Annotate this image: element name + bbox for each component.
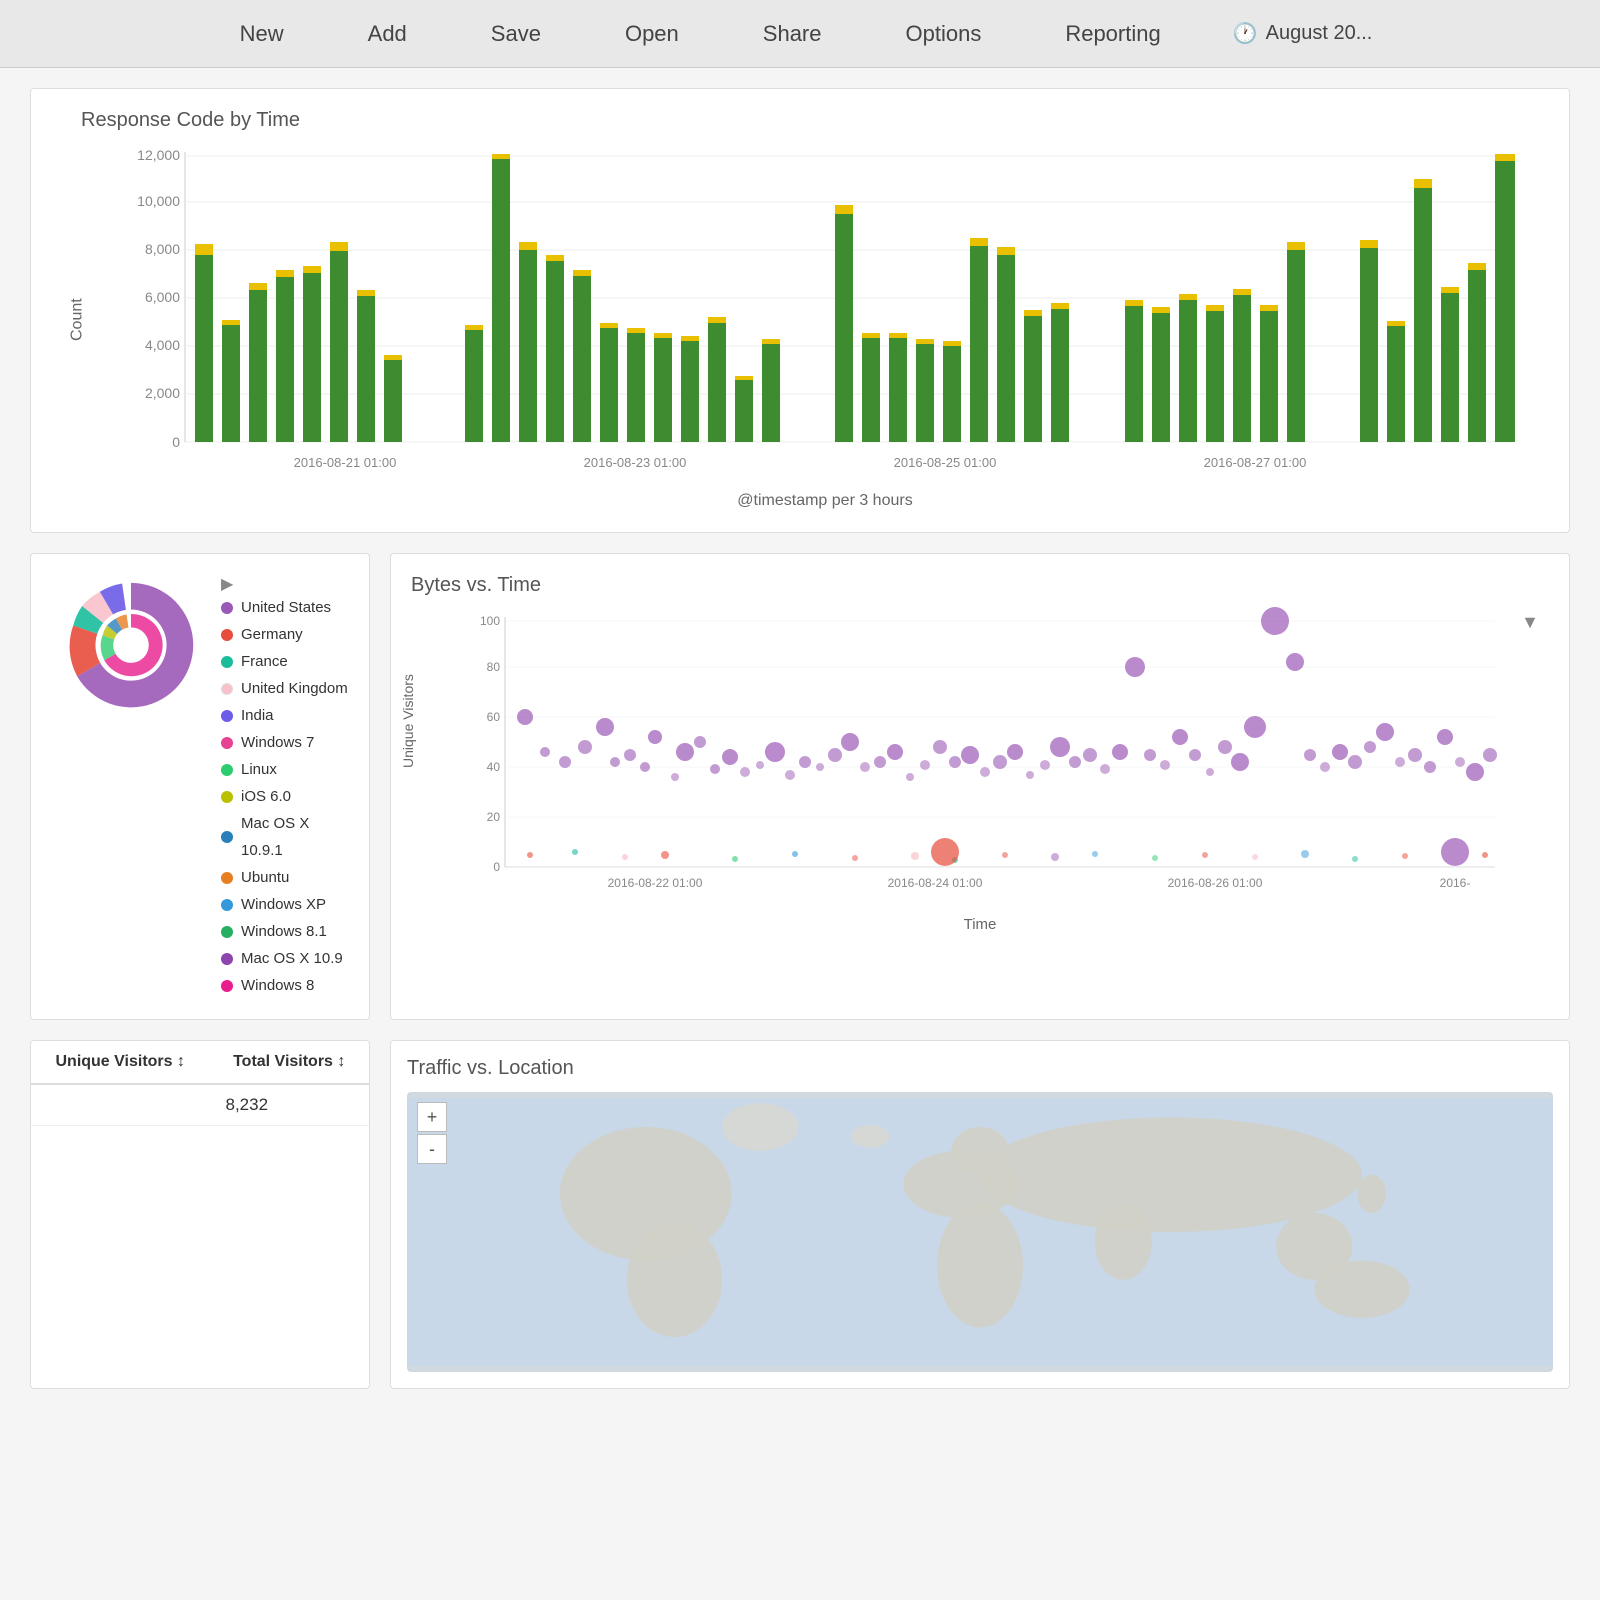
legend-dot-ubuntu	[221, 872, 233, 884]
legend-dot-macosx1091	[221, 831, 233, 843]
svg-text:2016-08-21 01:00: 2016-08-21 01:00	[294, 455, 397, 470]
nav-new[interactable]: New	[228, 13, 296, 55]
svg-text:100: 100	[480, 614, 500, 628]
nav-reporting[interactable]: Reporting	[1053, 13, 1172, 55]
svg-text:2016-08-23 01:00: 2016-08-23 01:00	[584, 455, 687, 470]
bar-chart-y-label: Count	[68, 298, 86, 341]
svg-text:0: 0	[172, 434, 180, 450]
legend-item-win7: Windows 7	[221, 729, 349, 756]
svg-text:2016-08-22 01:00: 2016-08-22 01:00	[608, 876, 703, 890]
donut-panel: ▶ United States Germany France	[30, 553, 370, 1020]
legend-dot-macosx109	[221, 953, 233, 965]
nav-add[interactable]: Add	[356, 13, 419, 55]
expand-arrow[interactable]: ▶	[221, 576, 233, 593]
svg-text:2016-: 2016-	[1440, 876, 1471, 890]
donut-chart	[51, 574, 211, 979]
legend-dot-ios	[221, 791, 233, 803]
table-panel: Unique Visitors ↕ Total Visitors ↕ 8,232	[30, 1040, 370, 1389]
col-unique-visitors[interactable]: Unique Visitors ↕	[31, 1041, 209, 1084]
bar-chart-section: Response Code by Time Count 0 2,000 4,00…	[30, 88, 1570, 533]
nav-save[interactable]: Save	[479, 13, 553, 55]
legend-dot-win81	[221, 926, 233, 938]
legend-dot-linux	[221, 764, 233, 776]
legend-item-ubuntu: Ubuntu	[221, 864, 349, 891]
scatter-title: Bytes vs. Time	[411, 574, 1549, 597]
legend-item-macosx1091: Mac OS X 10.9.1	[221, 810, 349, 864]
legend-dot-win7	[221, 737, 233, 749]
top-navigation: New Add Save Open Share Options Reportin…	[0, 0, 1600, 68]
legend-item-in: India	[221, 702, 349, 729]
legend-dot-winxp	[221, 899, 233, 911]
svg-text:40: 40	[487, 760, 501, 774]
main-content: Response Code by Time Count 0 2,000 4,00…	[0, 68, 1600, 1409]
svg-text:2016-08-25 01:00: 2016-08-25 01:00	[894, 455, 997, 470]
map-container: + -	[407, 1092, 1553, 1372]
scatter-container: ▼ Unique Visitors 0 20 40 60 80	[411, 607, 1549, 947]
legend-item-uk: United Kingdom	[221, 675, 349, 702]
svg-text:2,000: 2,000	[145, 385, 180, 401]
map-title: Traffic vs. Location	[407, 1057, 1553, 1080]
legend-item-win8: Windows 8	[221, 972, 349, 999]
legend-dot-in	[221, 710, 233, 722]
legend-item-win81: Windows 8.1	[221, 918, 349, 945]
world-map-svg	[407, 1092, 1553, 1372]
svg-text:0: 0	[493, 860, 500, 874]
svg-text:10,000: 10,000	[137, 193, 180, 209]
svg-text:60: 60	[487, 710, 501, 724]
legend-dot-win8	[221, 980, 233, 992]
bar-chart-title: Response Code by Time	[81, 109, 1549, 132]
bar-chart-container: Count 0 2,000 4,000 6,000 8,000 10,000 1…	[111, 142, 1539, 522]
legend-item-us: United States	[221, 594, 349, 621]
svg-text:8,000: 8,000	[145, 241, 180, 257]
nav-options[interactable]: Options	[894, 13, 994, 55]
scatter-down-arrow[interactable]: ▼	[1521, 612, 1539, 633]
bar-chart-x-label: @timestamp per 3 hours	[111, 492, 1539, 510]
legend-item-winxp: Windows XP	[221, 891, 349, 918]
svg-text:20: 20	[487, 810, 501, 824]
cell-total: 8,232	[209, 1084, 369, 1126]
legend-dot-us	[221, 602, 233, 614]
legend-list: United States Germany France United	[221, 594, 349, 999]
map-controls: + -	[417, 1102, 447, 1164]
legend-item-ios: iOS 6.0	[221, 783, 349, 810]
map-panel: Traffic vs. Location + -	[390, 1040, 1570, 1389]
svg-text:80: 80	[487, 660, 501, 674]
svg-text:6,000: 6,000	[145, 289, 180, 305]
svg-text:4,000: 4,000	[145, 337, 180, 353]
legend-item-macosx109: Mac OS X 10.9	[221, 945, 349, 972]
zoom-out-button[interactable]: -	[417, 1134, 447, 1164]
scatter-y-label: Unique Visitors	[400, 674, 416, 768]
table-row: 8,232	[31, 1084, 369, 1126]
donut-legend: ▶ United States Germany France	[221, 574, 349, 999]
legend-dot-uk	[221, 683, 233, 695]
svg-text:2016-08-27 01:00: 2016-08-27 01:00	[1204, 455, 1307, 470]
donut-wrapper: ▶ United States Germany France	[51, 574, 349, 999]
col-total-visitors[interactable]: Total Visitors ↕	[209, 1041, 369, 1084]
nav-open[interactable]: Open	[613, 13, 691, 55]
cell-unique	[31, 1084, 209, 1126]
nav-timestamp: 🕐 August 20...	[1233, 21, 1373, 46]
scatter-panel: Bytes vs. Time ▼ Unique Visitors 0 20 40…	[390, 553, 1570, 1020]
svg-text:2016-08-24 01:00: 2016-08-24 01:00	[888, 876, 983, 890]
bar-chart-svg: 0 2,000 4,000 6,000 8,000 10,000 12,000	[111, 142, 1539, 482]
legend-item-de: Germany	[221, 621, 349, 648]
nav-share[interactable]: Share	[751, 13, 834, 55]
legend-item-fr: France	[221, 648, 349, 675]
visitors-table: Unique Visitors ↕ Total Visitors ↕ 8,232	[31, 1041, 369, 1126]
middle-section: ▶ United States Germany France	[30, 553, 1570, 1020]
svg-text:12,000: 12,000	[137, 147, 180, 163]
zoom-in-button[interactable]: +	[417, 1102, 447, 1132]
svg-text:2016-08-26 01:00: 2016-08-26 01:00	[1168, 876, 1263, 890]
legend-dot-fr	[221, 656, 233, 668]
legend-item-linux: Linux	[221, 756, 349, 783]
bottom-section: Unique Visitors ↕ Total Visitors ↕ 8,232	[30, 1040, 1570, 1389]
clock-icon: 🕐	[1233, 21, 1258, 46]
scatter-svg: 0 20 40 60 80 100 2016-08-22 01:00 2016-…	[411, 607, 1549, 907]
legend-dot-de	[221, 629, 233, 641]
scatter-x-label: Time	[411, 916, 1549, 933]
